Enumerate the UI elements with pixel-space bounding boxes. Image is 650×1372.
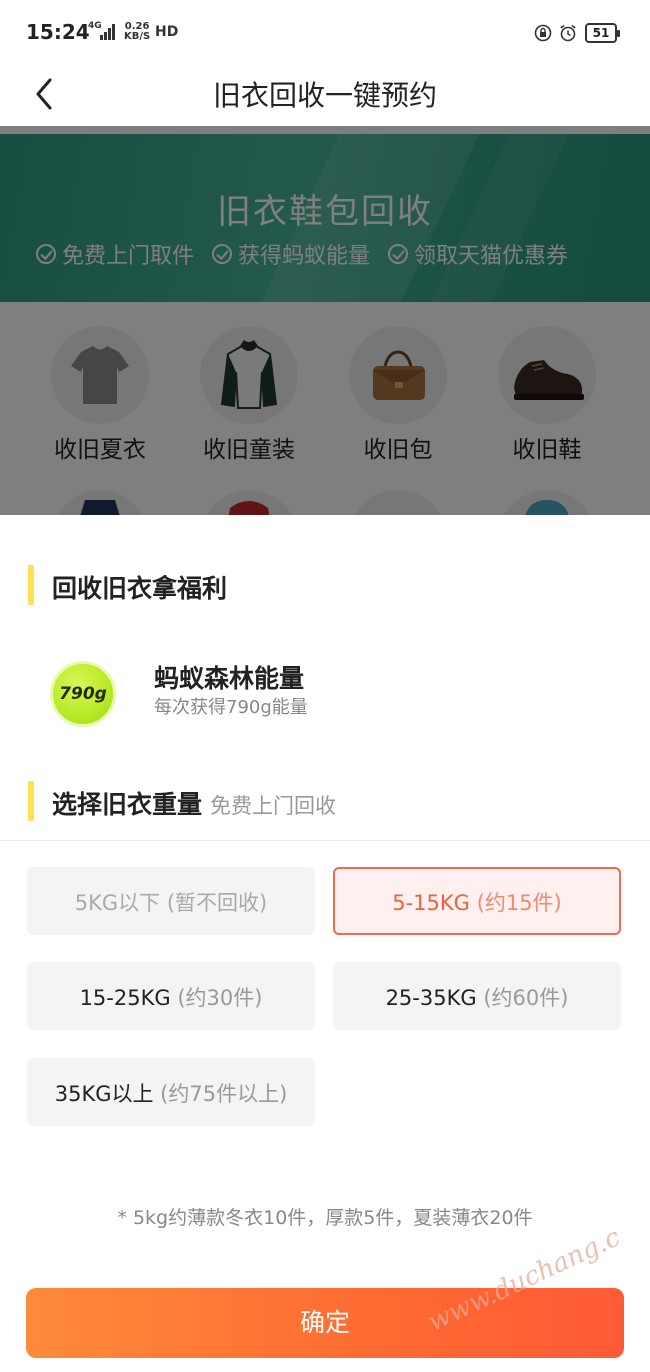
weight-option-15-25kg[interactable]: 15-25KG (约30件) (27, 962, 315, 1030)
hd-icon: HD (155, 24, 179, 40)
benefit-section-title: 回收旧衣拿福利 (52, 574, 228, 603)
nav-bar: 旧衣回收一键预约 (0, 64, 650, 126)
energy-description: 每次获得790g能量 (154, 697, 308, 718)
option-weight: 25-35KG (385, 986, 477, 1010)
signal-icon (100, 22, 118, 40)
weight-subtitle: 免费上门回收 (210, 794, 337, 818)
option-hint: (约30件) (177, 986, 263, 1010)
weight-option-under-5kg[interactable]: 5KG以下 (暂不回收) (27, 867, 315, 935)
battery-icon: 51 (585, 23, 620, 43)
status-bar: 15:24 4G 0.26 KB/S HD 51 (0, 0, 650, 64)
confirm-button[interactable]: 确定 (26, 1288, 624, 1358)
weight-footnote: * 5kg约薄款冬衣10件，厚款5件，夏装薄衣20件 (117, 1207, 533, 1229)
energy-name: 蚂蚁森林能量 (154, 664, 305, 693)
weight-option-25-35kg[interactable]: 25-35KG (约60件) (333, 962, 621, 1030)
energy-badge-icon: 790g (50, 661, 116, 727)
option-weight: 5-15KG (392, 891, 470, 915)
option-hint: (约75件以上) (160, 1082, 288, 1106)
rotation-lock-icon (534, 24, 552, 42)
section-accent-bar (28, 565, 34, 605)
modal-overlay[interactable] (0, 126, 650, 516)
weight-select-sheet: 回收旧衣拿福利 790g 蚂蚁森林能量 每次获得790g能量 选择旧衣重量 免费上… (0, 515, 650, 1372)
speed-unit: KB/S (124, 31, 151, 42)
option-weight: 5KG以下 (74, 891, 161, 915)
option-hint: (约15件) (476, 891, 562, 915)
divider (0, 840, 650, 841)
option-weight: 35KG以上 (54, 1082, 154, 1106)
energy-badge-text: 790g (59, 684, 107, 704)
weight-option-over-35kg[interactable]: 35KG以上 (约75件以上) (27, 1058, 315, 1126)
weight-section-title: 选择旧衣重量 免费上门回收 (52, 785, 336, 821)
network-speed: 0.26 KB/S (124, 22, 150, 42)
option-hint: (暂不回收) (166, 891, 268, 915)
status-time: 15:24 (26, 20, 90, 44)
weight-title: 选择旧衣重量 (52, 790, 203, 819)
section-accent-bar (28, 781, 34, 821)
option-weight: 15-25KG (79, 986, 171, 1010)
option-hint: (约60件) (483, 986, 569, 1010)
alarm-icon (560, 24, 576, 42)
page-title: 旧衣回收一键预约 (212, 79, 437, 112)
weight-option-5-15kg[interactable]: 5-15KG (约15件) (333, 867, 621, 935)
